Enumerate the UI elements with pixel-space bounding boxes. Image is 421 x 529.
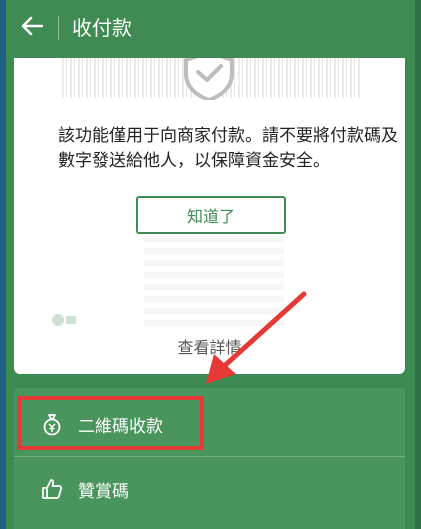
red-highlight-box [17, 396, 204, 450]
menu-item-appreciation-code[interactable]: 贊賞碼 [14, 456, 405, 521]
header-divider [58, 16, 59, 40]
menu-item-label: 贊賞碼 [78, 481, 129, 502]
page-title: 收付款 [72, 16, 132, 40]
left-edge-strip [0, 0, 6, 529]
back-button[interactable] [16, 12, 48, 44]
right-edge-strip [415, 0, 421, 529]
top-bar: 收付款 [6, 0, 415, 58]
back-arrow-icon [21, 16, 44, 40]
faint-background-icon [50, 310, 78, 332]
shield-check-icon [178, 58, 240, 103]
red-arrow-icon [200, 290, 310, 390]
thumbs-up-icon [40, 477, 64, 501]
payment-notice-text: 該功能僅用于向商家付款。請不要將付款碼及數字發送給他人，以保障資金安全。 [58, 126, 398, 171]
got-it-button[interactable]: 知道了 [136, 196, 286, 234]
